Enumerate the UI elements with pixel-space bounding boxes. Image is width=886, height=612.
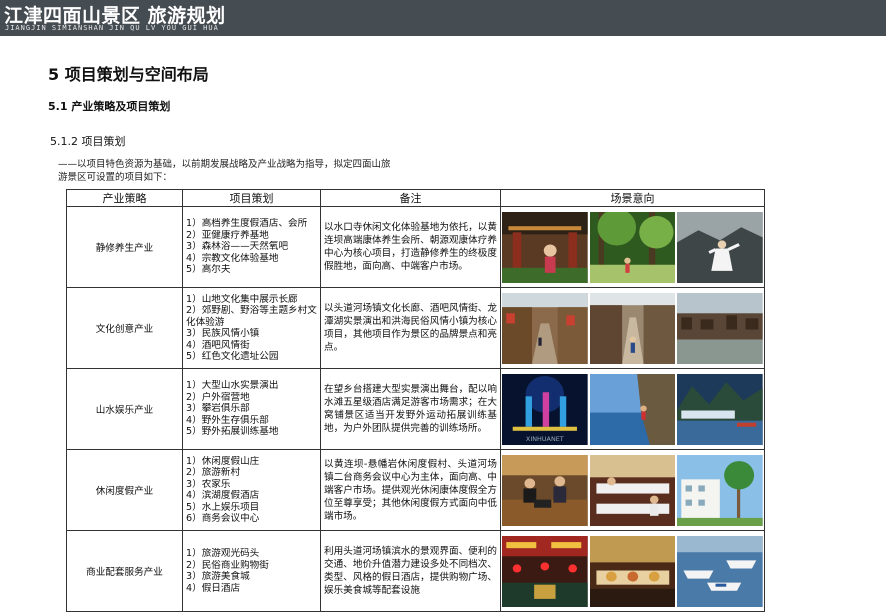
header-scene: 场景意向 <box>500 189 765 207</box>
project-item: 3）森林浴——天然氧吧 <box>186 241 289 253</box>
projects-cell: 1）高档养生度假酒店、会所 2）亚健康疗养基地 3）森林浴——天然氧吧 4）宗教文化体… <box>182 206 321 288</box>
industry-cell: 静修养生产业 <box>66 206 183 288</box>
resort-palm-image <box>677 454 764 526</box>
table-row: 山水娱乐产业 1）大型山水实景演出 2）户外宿营地 3）攀岩俱乐部 4）野外生存俱乐部 5… <box>66 368 765 450</box>
project-item: 3）农家乐 <box>186 478 231 490</box>
projects-cell: 1）大型山水实景演出 2）户外宿营地 3）攀岩俱乐部 4）野外生存俱乐部 5）野外拓展训… <box>182 368 321 450</box>
note-cell: 以黄连坝-悬幡岩休闲度假村、头道河场镇二台商务会议中心为主体，面向高、中端客户市… <box>320 449 501 531</box>
business-meeting-image <box>502 454 588 526</box>
project-item: 4）滨湖度假酒店 <box>186 490 260 501</box>
industry-cell: 休闲度假产业 <box>66 449 183 531</box>
note-cell: 在望乡台搭建大型实景演出舞台，配以响水滩五星级酒店满足游客市场需求；在大窝铺景区… <box>320 368 501 450</box>
industry-cell: 商业配套服务产业 <box>66 530 183 612</box>
scene-image-strip <box>501 292 764 365</box>
scene-images-cell: XINHUANET <box>500 368 765 450</box>
old-town-street-image <box>502 292 588 364</box>
project-item: 4）假日酒店 <box>186 582 241 594</box>
sub-sub-heading: 5.1.2 项目策划 <box>50 135 126 148</box>
project-plan-table: 产业策略 项目策划 备注 场景意向 静修养生产业 1）高档养生度假酒店、会所 2）亚… <box>66 189 765 612</box>
rock-climbing-image <box>589 373 676 445</box>
table-header-row: 产业策略 项目策划 备注 场景意向 <box>66 189 765 207</box>
projects-cell: 1）休闲度假山庄 2）旅游新村 3）农家乐 4）滨湖度假酒店 5）水上娱乐项目 6）商务会… <box>182 449 321 531</box>
project-item: 1）旅游观光码头 <box>186 548 260 559</box>
sub-heading: 5.1 产业策略及项目策划 <box>48 100 171 113</box>
project-item: 2）旅游新村 <box>186 467 241 478</box>
projects-cell: 1）山地文化集中展示长廊 2）郊野剧、野浴等主题乡村文化体验游 3）民族风情小镇 4）… <box>182 287 321 369</box>
project-item: 1）山地文化集中展示长廊 <box>186 293 298 305</box>
scene-images-cell <box>500 287 765 369</box>
project-item: 5）水上娱乐项目 <box>186 501 260 513</box>
project-item: 5）野外拓展训练基地 <box>186 426 279 438</box>
header-notes: 备注 <box>320 189 501 207</box>
lakeside-mountain-image <box>677 373 764 445</box>
project-item: 3）旅游美食城 <box>186 571 250 582</box>
note-cell: 以水口寺休闲文化体验基地为依托，以黄连坝高端康体养生会所、朝源观康体疗养中心为核… <box>320 206 501 288</box>
project-item: 2）亚健康疗养基地 <box>186 229 269 241</box>
project-item: 1）大型山水实景演出 <box>186 380 279 392</box>
food-stall-image <box>589 535 676 607</box>
project-item: 1）休闲度假山庄 <box>186 455 260 467</box>
project-item: 3）民族风情小镇 <box>186 328 260 339</box>
header-banner: 江津四面山景区 旅游规划 JIANGJIN SIMIANSHAN JIN QU … <box>0 0 886 36</box>
watermark-text: XINHUANET <box>526 436 564 443</box>
header-industry: 产业策略 <box>66 189 183 207</box>
village-alley-image <box>589 292 676 364</box>
note-cell: 利用头道河场镇滨水的景观界面、便利的交通、地价升值潜力建设多处不同档次、类型、风… <box>320 530 501 612</box>
industry-cell: 文化创意产业 <box>66 287 183 369</box>
note-cell: 以头道河场镇文化长廊、酒吧风情街、龙潭湖实景演出和洪海民俗风情小镇为核心项目，其… <box>320 287 501 369</box>
header-projects: 项目策划 <box>182 189 321 207</box>
night-performance-image: XINHUANET <box>502 373 588 445</box>
scene-image-strip: XINHUANET <box>501 373 764 446</box>
temple-scene-image <box>502 211 588 283</box>
project-item: 3）攀岩俱乐部 <box>186 403 250 415</box>
scene-images-cell <box>500 449 765 531</box>
section-heading: 5 项目策划与空间布局 <box>48 65 209 84</box>
project-item: 5）红色文化遗址公园 <box>186 351 279 362</box>
project-item: 4）酒吧风情街 <box>186 339 250 351</box>
scene-images-cell <box>500 206 765 288</box>
riverside-town-image <box>677 292 764 364</box>
speedboat-dock-image <box>677 535 764 607</box>
table-row: 休闲度假产业 1）休闲度假山庄 2）旅游新村 3）农家乐 4）滨湖度假酒店 5）水上娱乐项… <box>66 449 765 531</box>
scene-image-strip <box>501 454 764 527</box>
project-item: 4）野外生存俱乐部 <box>186 414 269 426</box>
project-item: 2）郊野剧、野浴等主题乡村文化体验游 <box>186 305 317 328</box>
project-item: 2）户外宿营地 <box>186 391 250 403</box>
project-item: 5）高尔夫 <box>186 264 231 276</box>
project-item: 4）宗教文化体验基地 <box>186 252 279 264</box>
project-item: 2）民俗商业购物街 <box>186 559 269 571</box>
page-banner-subtitle: JIANGJIN SIMIANSHAN JIN QU LV YOU GUI HU… <box>5 24 219 32</box>
industry-cell: 山水娱乐产业 <box>66 368 183 450</box>
table-row: 商业配套服务产业 1）旅游观光码头 2）民俗商业购物街 3）旅游美食城 4）假日酒店 利用… <box>66 530 765 612</box>
scene-image-strip <box>501 211 764 284</box>
shopping-street-image <box>502 535 588 607</box>
taichi-scene-image <box>677 211 764 283</box>
dining-hall-image <box>589 454 676 526</box>
project-item: 6）商务会议中心 <box>186 513 260 524</box>
intro-paragraph: ——以项目特色资源为基础，以前期发展战略及产业战略为指导，拟定四面山旅游景区可设… <box>58 159 391 183</box>
scene-images-cell <box>500 530 765 612</box>
project-item: 1）高档养生度假酒店、会所 <box>186 218 308 230</box>
table-row: 静修养生产业 1）高档养生度假酒店、会所 2）亚健康疗养基地 3）森林浴——天然氧吧 4… <box>66 206 765 288</box>
table-row: 文化创意产业 1）山地文化集中展示长廊 2）郊野剧、野浴等主题乡村文化体验游 3）民族… <box>66 287 765 369</box>
forest-bath-image <box>589 211 676 283</box>
projects-cell: 1）旅游观光码头 2）民俗商业购物街 3）旅游美食城 4）假日酒店 <box>182 530 321 612</box>
scene-image-strip <box>501 535 764 608</box>
